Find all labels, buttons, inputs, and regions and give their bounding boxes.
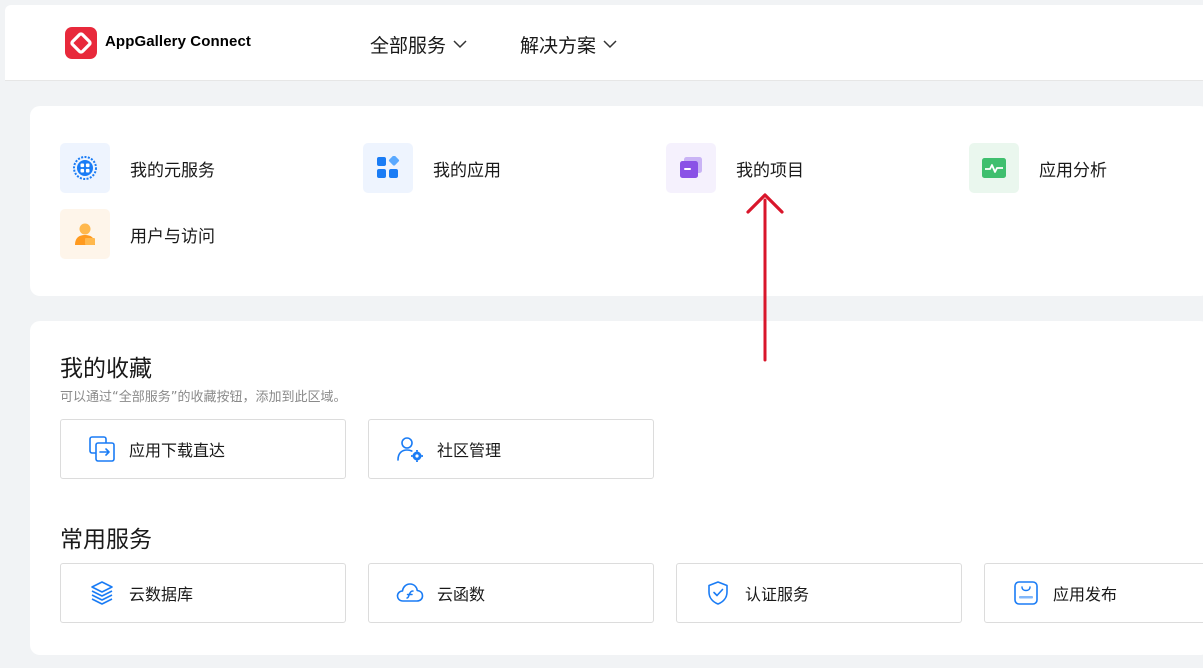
user-icon: [60, 209, 110, 259]
nav-solutions-label: 解决方案: [520, 35, 597, 57]
quick-link-atomic-services[interactable]: 我的元服务: [60, 143, 215, 193]
analytics-icon: [969, 143, 1019, 193]
quick-link-my-projects[interactable]: 我的项目: [666, 143, 804, 193]
quick-link-my-apps[interactable]: 我的应用: [363, 143, 501, 193]
atomic-service-icon: [60, 143, 110, 193]
quick-link-users-access[interactable]: 用户与访问: [60, 209, 215, 259]
app-release-icon: [1011, 578, 1041, 608]
community-manage-icon: [395, 434, 425, 464]
quick-link-label: 用户与访问: [130, 226, 215, 247]
quick-links-card: 我的元服务 我的应用 我的项目 应用分析 用户与访问: [30, 106, 1203, 296]
quick-link-app-analytics[interactable]: 应用分析: [969, 143, 1107, 193]
common-tile-cloud-database[interactable]: 云数据库: [60, 563, 346, 623]
download-direct-icon: [87, 434, 117, 464]
favorites-hint: 可以通过“全部服务”的收藏按钮，添加到此区域。: [60, 390, 347, 405]
favorite-tile-community-manage[interactable]: 社区管理: [368, 419, 654, 479]
nav-all-services[interactable]: 全部服务: [370, 31, 467, 58]
apps-icon: [363, 143, 413, 193]
chevron-down-icon: [603, 40, 617, 49]
favorites-title: 我的收藏: [60, 356, 152, 382]
quick-link-label: 我的元服务: [130, 160, 215, 181]
auth-service-icon: [703, 578, 733, 608]
cloud-database-icon: [87, 578, 117, 608]
common-tile-cloud-function[interactable]: 云函数: [368, 563, 654, 623]
top-bar: AppGallery Connect 全部服务 解决方案: [5, 5, 1203, 81]
tile-label: 云数据库: [129, 585, 194, 604]
common-tile-auth-service[interactable]: 认证服务: [676, 563, 962, 623]
services-card: 我的收藏 可以通过“全部服务”的收藏按钮，添加到此区域。 应用下载直达 社区管理…: [30, 321, 1203, 655]
tile-label: 应用下载直达: [129, 441, 226, 460]
brand-name[interactable]: AppGallery Connect: [105, 33, 251, 50]
tile-label: 云函数: [437, 585, 486, 604]
quick-link-label: 我的项目: [736, 160, 804, 181]
tile-label: 社区管理: [437, 441, 502, 460]
quick-link-label: 应用分析: [1039, 160, 1107, 181]
nav-all-services-label: 全部服务: [370, 35, 447, 57]
tile-label: 应用发布: [1053, 585, 1118, 604]
project-icon: [666, 143, 716, 193]
common-services-title: 常用服务: [60, 527, 152, 553]
nav-solutions[interactable]: 解决方案: [520, 31, 617, 58]
favorite-tile-download-direct[interactable]: 应用下载直达: [60, 419, 346, 479]
common-tile-app-release[interactable]: 应用发布: [984, 563, 1203, 623]
appgallery-logo-icon[interactable]: [65, 27, 97, 59]
tile-label: 认证服务: [745, 585, 810, 604]
chevron-down-icon: [453, 40, 467, 49]
quick-link-label: 我的应用: [433, 160, 501, 181]
cloud-function-icon: [395, 578, 425, 608]
